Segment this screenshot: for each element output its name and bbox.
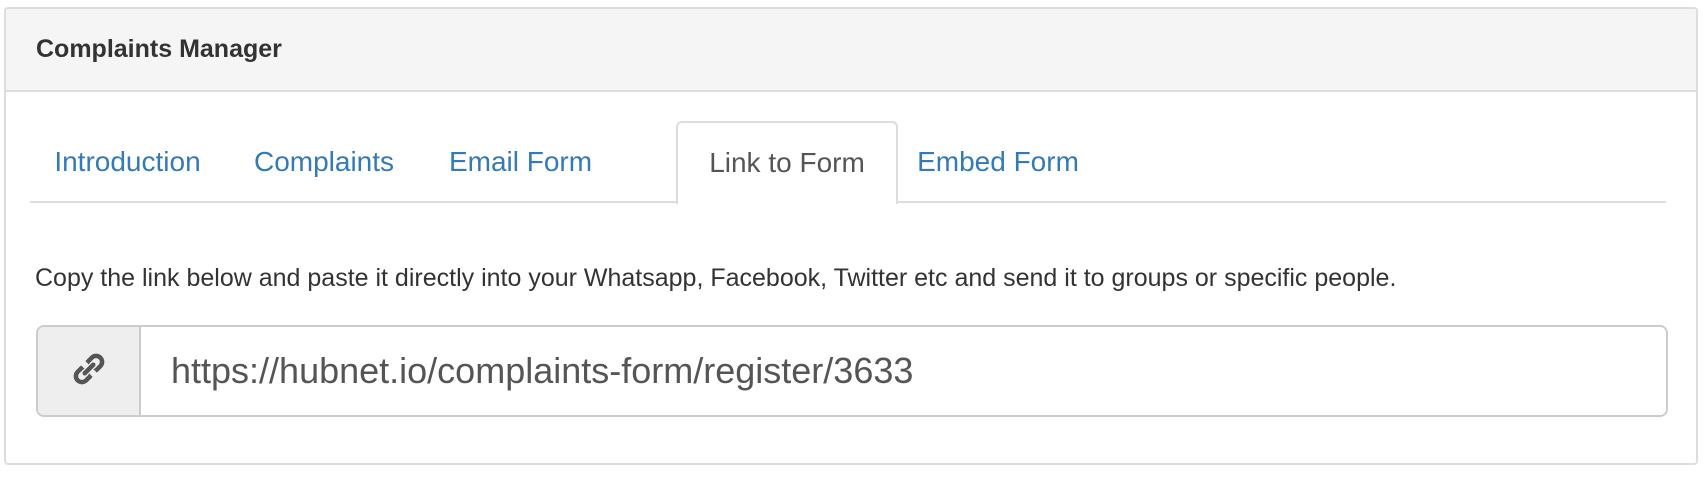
tab-complaints[interactable]: Complaints [225, 122, 423, 203]
link-icon [69, 349, 109, 394]
tab-embed-form[interactable]: Embed Form [898, 122, 1098, 203]
panel-title: Complaints Manager [36, 35, 282, 63]
tab-email-form[interactable]: Email Form [423, 122, 618, 203]
panel-heading: Complaints Manager [6, 9, 1696, 92]
link-addon [38, 327, 141, 415]
tab-link-to-form[interactable]: Link to Form [676, 121, 898, 204]
link-input-group [36, 325, 1668, 417]
tab-introduction[interactable]: Introduction [30, 122, 225, 203]
tab-bar: Introduction Complaints Email Form Link … [30, 113, 1666, 204]
link-instructions: Copy the link below and paste it directl… [35, 264, 1397, 292]
form-link-field[interactable] [141, 327, 1666, 415]
